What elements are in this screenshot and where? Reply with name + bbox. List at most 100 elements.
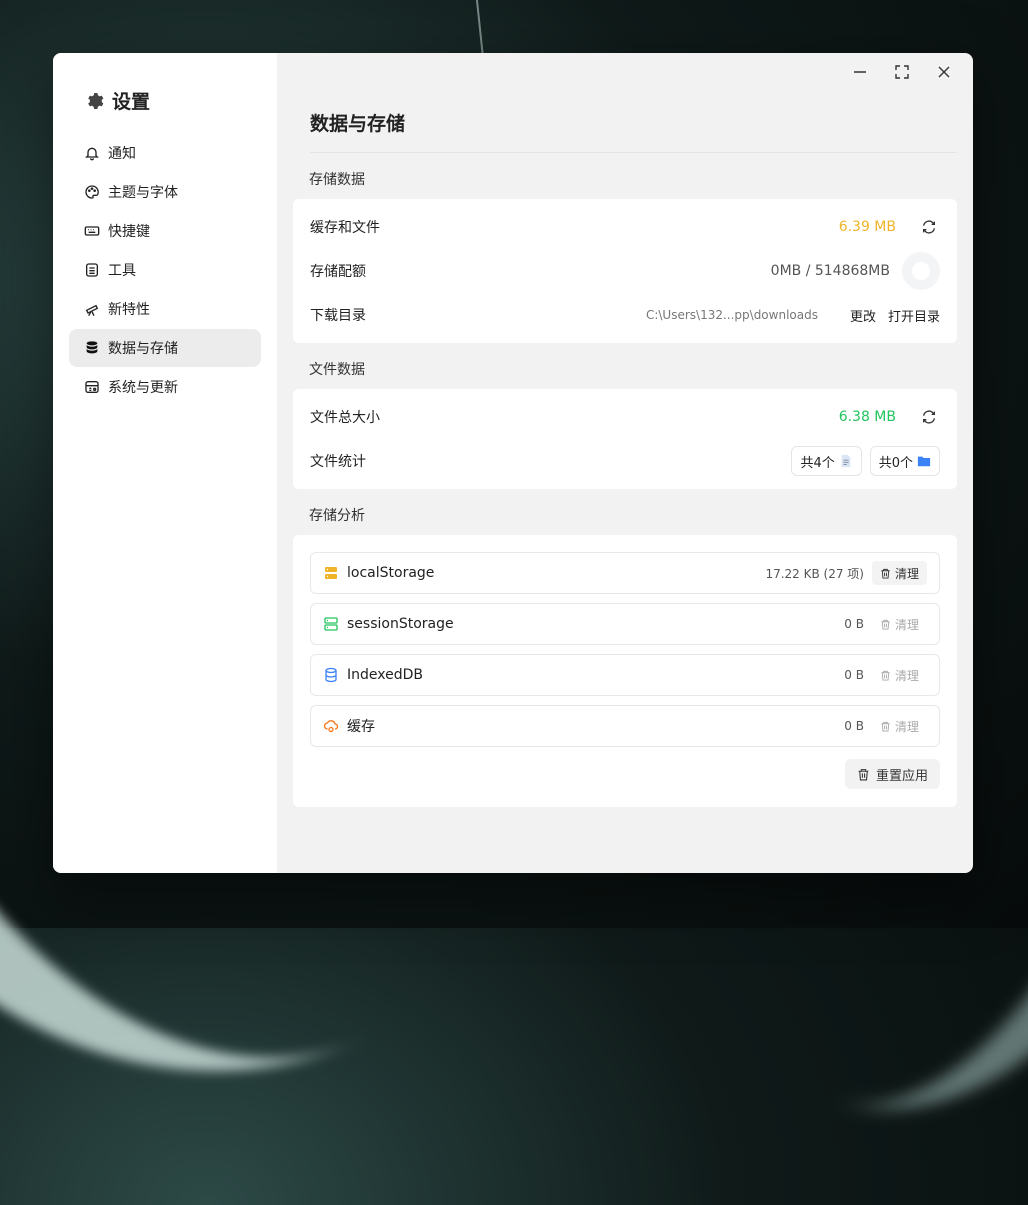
storage-row-indexeddb: IndexedDB 0 B 清理 [310, 654, 940, 696]
sidebar-item-label: 工具 [108, 263, 136, 279]
storage-size: 0 B [844, 719, 864, 733]
system-icon [85, 381, 99, 393]
clear-label: 清理 [894, 668, 919, 683]
sidebar-title: 设置 [84, 87, 261, 114]
storage-name: localStorage [347, 565, 435, 581]
storage-name: IndexedDB [347, 667, 423, 683]
file-total-label: 文件总大小 [310, 410, 380, 426]
sidebar-item-label: 主题与字体 [108, 185, 178, 201]
storage-card: 缓存和文件 6.39 MB 存储配额 0MB / 514868MB 下载目录 C… [293, 199, 957, 343]
background-line [457, 0, 485, 61]
sidebar-item-label: 快捷键 [108, 224, 150, 240]
clear-label: 清理 [894, 617, 919, 632]
document-icon [841, 454, 851, 468]
section-label-storage: 存储数据 [309, 172, 365, 188]
download-dir-row: 下载目录 C:\Users\132...pp\downloads 更改 打开目录 [310, 293, 940, 337]
files-count-button[interactable]: 共4个 [791, 446, 862, 476]
clear-indexeddb-button[interactable]: 清理 [872, 663, 927, 687]
sidebar-item-label: 数据与存储 [108, 341, 178, 357]
change-dir-link[interactable]: 更改 [850, 306, 876, 325]
clear-label: 清理 [894, 719, 919, 734]
refresh-icon [923, 410, 935, 424]
sidebar-item-notifications[interactable]: 通知 [69, 134, 261, 172]
quota-value: 0MB / 514868MB [770, 263, 890, 279]
download-dir-path: C:\Users\132...pp\downloads [645, 308, 818, 322]
file-card: 文件总大小 6.38 MB 文件统计 共4个 共0个 [293, 389, 957, 489]
reset-app-button[interactable]: 重置应用 [844, 759, 940, 789]
close-button[interactable] [923, 63, 965, 81]
tools-icon [86, 263, 98, 277]
sidebar: 设置 通知 主题与字体 快捷键 工具 新特性 数据与存储 系统与更新 [53, 53, 277, 873]
clear-cache-button[interactable]: 清理 [872, 714, 927, 738]
clear-label: 清理 [894, 566, 919, 581]
sidebar-item-label: 系统与更新 [108, 380, 178, 396]
window-controls [839, 63, 965, 81]
section-label-analysis: 存储分析 [309, 508, 365, 524]
quota-ring-chart [902, 252, 940, 290]
folders-count: 共0个 [878, 455, 913, 471]
settings-window: 设置 通知 主题与字体 快捷键 工具 新特性 数据与存储 系统与更新 数据与存储… [53, 53, 973, 873]
close-icon [938, 66, 950, 78]
cache-row: 缓存和文件 6.39 MB [310, 205, 940, 249]
maximize-button[interactable] [881, 63, 923, 81]
sidebar-item-new-features[interactable]: 新特性 [69, 290, 261, 328]
palette-icon [85, 185, 99, 199]
minimize-icon [854, 71, 866, 73]
cache-label: 缓存和文件 [310, 220, 380, 236]
storage-row-sessionstorage: sessionStorage 0 B 清理 [310, 603, 940, 645]
file-total-row: 文件总大小 6.38 MB [310, 395, 940, 439]
page-title: 数据与存储 [310, 109, 957, 153]
trash-icon [881, 721, 890, 732]
refresh-cache-button[interactable] [918, 216, 940, 238]
trash-icon [881, 670, 890, 681]
folders-count-button[interactable]: 共0个 [869, 446, 940, 476]
gear-icon [88, 92, 104, 109]
sidebar-item-tools[interactable]: 工具 [69, 251, 261, 289]
sidebar-item-theme[interactable]: 主题与字体 [69, 173, 261, 211]
storage-name: 缓存 [347, 719, 375, 735]
cache-value: 6.39 MB [838, 219, 896, 235]
clear-sessionstorage-button[interactable]: 清理 [872, 612, 927, 636]
minimize-button[interactable] [839, 63, 881, 81]
sidebar-item-system-update[interactable]: 系统与更新 [69, 368, 261, 406]
bell-icon [85, 147, 99, 161]
quota-label: 存储配额 [310, 264, 366, 280]
file-total-value: 6.38 MB [838, 409, 896, 425]
storage-analysis-card: localStorage 17.22 KB (27 项) 清理 sessionS… [293, 535, 957, 807]
sidebar-item-data-storage[interactable]: 数据与存储 [69, 329, 261, 367]
trash-icon [858, 768, 869, 780]
refresh-icon [923, 220, 935, 234]
cloud-icon [323, 720, 339, 733]
main-panel: 数据与存储 存储数据 缓存和文件 6.39 MB 存储配额 0MB / 5148… [277, 53, 973, 873]
sidebar-item-label: 新特性 [108, 302, 150, 318]
refresh-files-button[interactable] [918, 406, 940, 428]
section-label-files: 文件数据 [309, 362, 365, 378]
open-dir-link[interactable]: 打开目录 [888, 306, 940, 325]
folder-icon [917, 456, 931, 467]
sidebar-item-shortcuts[interactable]: 快捷键 [69, 212, 261, 250]
storage-size: 0 B [844, 668, 864, 682]
trash-icon [881, 619, 890, 630]
server-icon [324, 617, 338, 631]
storage-row-localstorage: localStorage 17.22 KB (27 项) 清理 [310, 552, 940, 594]
server-icon [325, 567, 337, 579]
quota-row: 存储配额 0MB / 514868MB [310, 249, 940, 293]
sidebar-item-label: 通知 [108, 146, 136, 162]
storage-size: 17.22 KB (27 项) [765, 566, 864, 581]
telescope-icon [85, 304, 99, 317]
storage-name: sessionStorage [347, 616, 454, 632]
sidebar-title-text: 设置 [112, 91, 151, 113]
files-count: 共4个 [800, 455, 835, 471]
reset-label: 重置应用 [875, 768, 928, 784]
storage-row-cache: 缓存 0 B 清理 [310, 705, 940, 747]
clear-localstorage-button[interactable]: 清理 [871, 561, 927, 585]
storage-size: 0 B [844, 617, 864, 631]
file-stats-row: 文件统计 共4个 共0个 [310, 439, 940, 483]
database-icon [325, 667, 337, 683]
database-icon [86, 341, 98, 354]
trash-icon [881, 568, 890, 579]
maximize-icon [895, 65, 909, 79]
file-stats-label: 文件统计 [310, 454, 366, 470]
download-dir-label: 下载目录 [310, 308, 366, 324]
keyboard-icon [84, 226, 100, 236]
